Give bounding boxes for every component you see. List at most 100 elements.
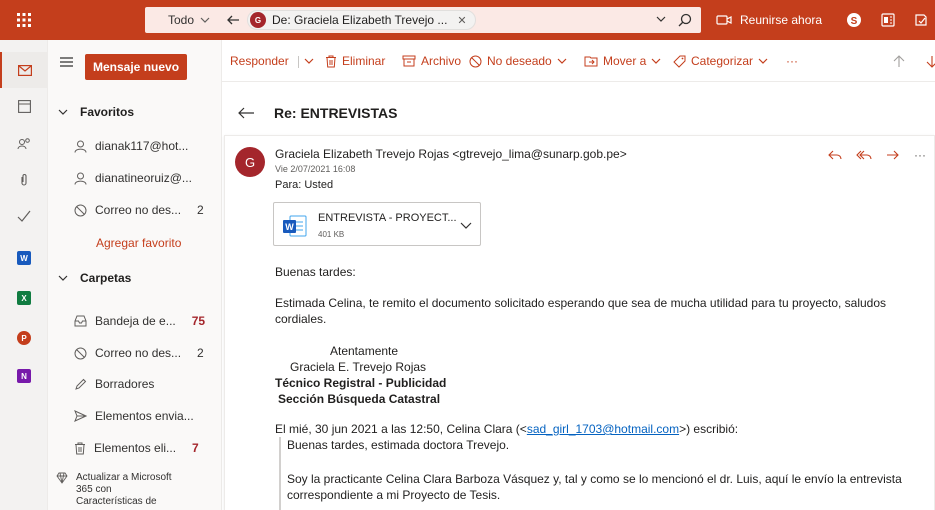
delete-label: Eliminar bbox=[342, 54, 386, 68]
folder-move-icon bbox=[584, 56, 598, 67]
archive-label: Archivo bbox=[421, 54, 462, 68]
back-arrow-icon[interactable] bbox=[225, 12, 241, 28]
search-scope-dropdown[interactable]: Todo bbox=[145, 7, 225, 33]
chevron-down-icon bbox=[200, 17, 210, 23]
chevron-down-icon bbox=[758, 58, 768, 64]
move-to-button[interactable]: Mover a bbox=[584, 40, 661, 82]
folder-item-sent[interactable]: Elementos envia... bbox=[74, 406, 221, 426]
add-favorite-link[interactable]: Agregar favorito bbox=[96, 236, 181, 250]
rail-people[interactable] bbox=[0, 126, 48, 162]
favorite-item-junk[interactable]: Correo no des... 2 bbox=[74, 200, 221, 220]
rail-powerpoint[interactable]: P bbox=[0, 320, 48, 356]
inbox-icon bbox=[74, 315, 87, 327]
arrow-down-icon[interactable] bbox=[926, 55, 935, 68]
trash-icon bbox=[75, 442, 85, 454]
folder-item-drafts[interactable]: Borradores bbox=[74, 374, 221, 394]
attachment-name: ENTREVISTA - PROYECT... bbox=[318, 212, 457, 224]
sender-name[interactable]: Graciela Elizabeth Trevejo Rojas <gtreve… bbox=[275, 147, 627, 161]
tag-icon bbox=[673, 55, 686, 68]
search-filter-chip[interactable]: G De: Graciela Elizabeth Trevejo ... ✕ bbox=[247, 10, 476, 30]
chevron-down-icon[interactable] bbox=[655, 13, 667, 25]
send-icon bbox=[74, 410, 87, 422]
folder-item-inbox[interactable]: Bandeja de e... 75 bbox=[74, 311, 221, 331]
word-icon: W bbox=[17, 251, 31, 265]
reading-pane: Re: ENTREVISTAS G Graciela Elizabeth Tre… bbox=[222, 82, 935, 510]
favorites-header[interactable]: Favoritos bbox=[58, 102, 134, 122]
delete-button[interactable]: Eliminar bbox=[325, 40, 385, 82]
rail-todo[interactable] bbox=[0, 198, 48, 234]
archive-button[interactable]: Archivo bbox=[402, 40, 461, 82]
mail-icon bbox=[18, 64, 32, 76]
top-bar: Todo G De: Graciela Elizabeth Trevejo ..… bbox=[0, 0, 935, 40]
svg-text:W: W bbox=[285, 222, 294, 232]
folder-item-junk[interactable]: Correo no des... 2 bbox=[74, 343, 221, 363]
body-paragraph: cordiales. bbox=[275, 312, 327, 326]
quote-header-text: El mié, 30 jun 2021 a las 12:50, Celina … bbox=[275, 422, 527, 436]
people-icon bbox=[17, 138, 30, 150]
skype-icon[interactable]: S bbox=[846, 12, 862, 28]
video-camera-icon bbox=[716, 15, 732, 25]
chip-avatar: G bbox=[250, 12, 266, 28]
quote-email-link[interactable]: sad_girl_1703@hotmail.com bbox=[527, 422, 679, 436]
move-to-label: Mover a bbox=[603, 54, 647, 68]
folders-header[interactable]: Carpetas bbox=[58, 268, 131, 288]
favorite-item-dianak117[interactable]: dianak117@hot... bbox=[74, 136, 221, 156]
upgrade-promo[interactable]: Actualizar a Microsoft 365 con Caracterí… bbox=[56, 472, 176, 508]
meet-now-label: Reunirse ahora bbox=[740, 13, 823, 27]
greeting-text: Buenas tardes: bbox=[275, 265, 356, 279]
reply-button[interactable]: Responder bbox=[230, 40, 289, 82]
pencil-icon bbox=[75, 378, 87, 390]
more-options-label: ··· bbox=[786, 54, 798, 68]
calendar-icon bbox=[17, 99, 31, 113]
paperclip-icon bbox=[21, 174, 27, 186]
categorize-label: Categorizar bbox=[691, 54, 754, 68]
favorite-item-dianatineoruiz[interactable]: dianatineoruiz@... bbox=[74, 168, 221, 188]
folders-header-label: Carpetas bbox=[80, 271, 132, 285]
tasks-icon[interactable] bbox=[913, 12, 929, 28]
signature-line: Técnico Registral - Publicidad bbox=[275, 376, 447, 390]
rail-word[interactable]: W bbox=[0, 240, 48, 276]
favorite-label: dianak117@hot... bbox=[95, 139, 189, 153]
junk-button[interactable]: No deseado bbox=[469, 40, 567, 82]
rail-mail[interactable] bbox=[0, 52, 48, 88]
search-icon[interactable] bbox=[677, 12, 693, 28]
hamburger-menu-icon[interactable] bbox=[60, 57, 73, 67]
reply-all-icon[interactable] bbox=[856, 149, 872, 161]
sender-avatar[interactable]: G bbox=[235, 147, 265, 177]
onenote-icon: N bbox=[17, 369, 31, 383]
rail-files[interactable] bbox=[0, 162, 48, 198]
onenote-feed-icon[interactable] bbox=[880, 12, 896, 28]
attachment-card[interactable]: W ENTREVISTA - PROYECT... 401 KB bbox=[273, 202, 481, 246]
command-bar: Responder Eliminar Archivo No deseado Mo… bbox=[222, 40, 935, 82]
more-options-button[interactable]: ··· bbox=[786, 40, 798, 82]
recipients: Para: Usted bbox=[275, 179, 334, 191]
divider bbox=[298, 56, 299, 68]
back-arrow-icon[interactable] bbox=[237, 106, 255, 120]
quoted-text: correspondiente a mi Proyecto de Tesis. bbox=[287, 488, 501, 502]
folder-item-deleted[interactable]: Elementos eli... 7 bbox=[74, 438, 221, 458]
search-box[interactable]: Todo G De: Graciela Elizabeth Trevejo ..… bbox=[145, 7, 701, 33]
more-options-icon[interactable]: ··· bbox=[914, 148, 926, 162]
rail-excel[interactable]: X bbox=[0, 280, 48, 316]
svg-text:S: S bbox=[851, 16, 858, 27]
new-message-button[interactable]: Mensaje nuevo bbox=[85, 54, 188, 80]
folder-label: Borradores bbox=[95, 377, 155, 391]
rail-onenote[interactable]: N bbox=[0, 358, 48, 394]
meet-now-button[interactable]: Reunirse ahora bbox=[716, 0, 822, 40]
reply-options-dropdown[interactable] bbox=[304, 40, 314, 82]
folder-pane: Mensaje nuevo Favoritos dianak117@hot...… bbox=[48, 40, 222, 510]
powerpoint-icon: P bbox=[17, 331, 31, 345]
arrow-up-icon[interactable] bbox=[893, 55, 905, 68]
rail-calendar[interactable] bbox=[0, 88, 48, 124]
search-scope-label: Todo bbox=[168, 13, 195, 27]
categorize-button[interactable]: Categorizar bbox=[673, 40, 768, 82]
reply-icon[interactable] bbox=[828, 149, 842, 161]
folder-label: Elementos eli... bbox=[94, 441, 177, 455]
blocked-icon bbox=[74, 347, 87, 359]
app-launcher-icon[interactable] bbox=[0, 0, 48, 40]
forward-icon[interactable] bbox=[886, 149, 900, 161]
signature-line: Graciela E. Trevejo Rojas bbox=[290, 360, 427, 374]
excel-icon: X bbox=[17, 291, 31, 305]
close-icon[interactable]: ✕ bbox=[457, 14, 466, 27]
chevron-down-icon[interactable] bbox=[460, 219, 472, 231]
